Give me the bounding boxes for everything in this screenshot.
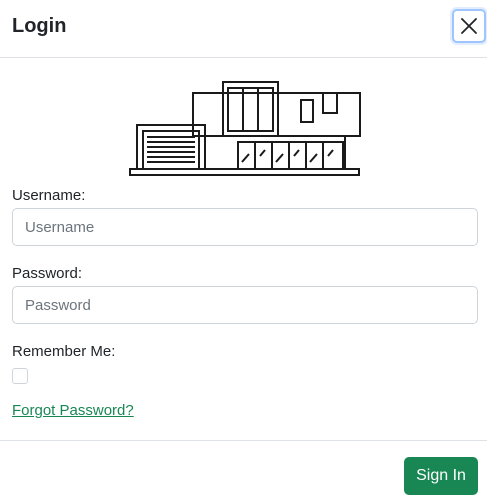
footer-divider [0,440,487,441]
building-illustration [129,81,361,176]
password-input[interactable] [12,286,478,324]
remember-me-label: Remember Me: [12,343,116,360]
username-label: Username: [12,187,86,204]
login-modal: Login Username: Username Password: Remem… [0,0,487,503]
modal-title: Login [12,15,67,37]
close-button[interactable] [452,9,486,43]
forgot-password-link[interactable]: Forgot Password? [12,402,134,420]
username-input[interactable] [12,208,478,246]
modal-header: Login [0,0,487,58]
password-label: Password: [12,265,83,282]
close-icon [461,18,477,34]
sign-in-button[interactable]: Sign In [404,457,478,495]
remember-me-checkbox[interactable] [12,368,28,384]
